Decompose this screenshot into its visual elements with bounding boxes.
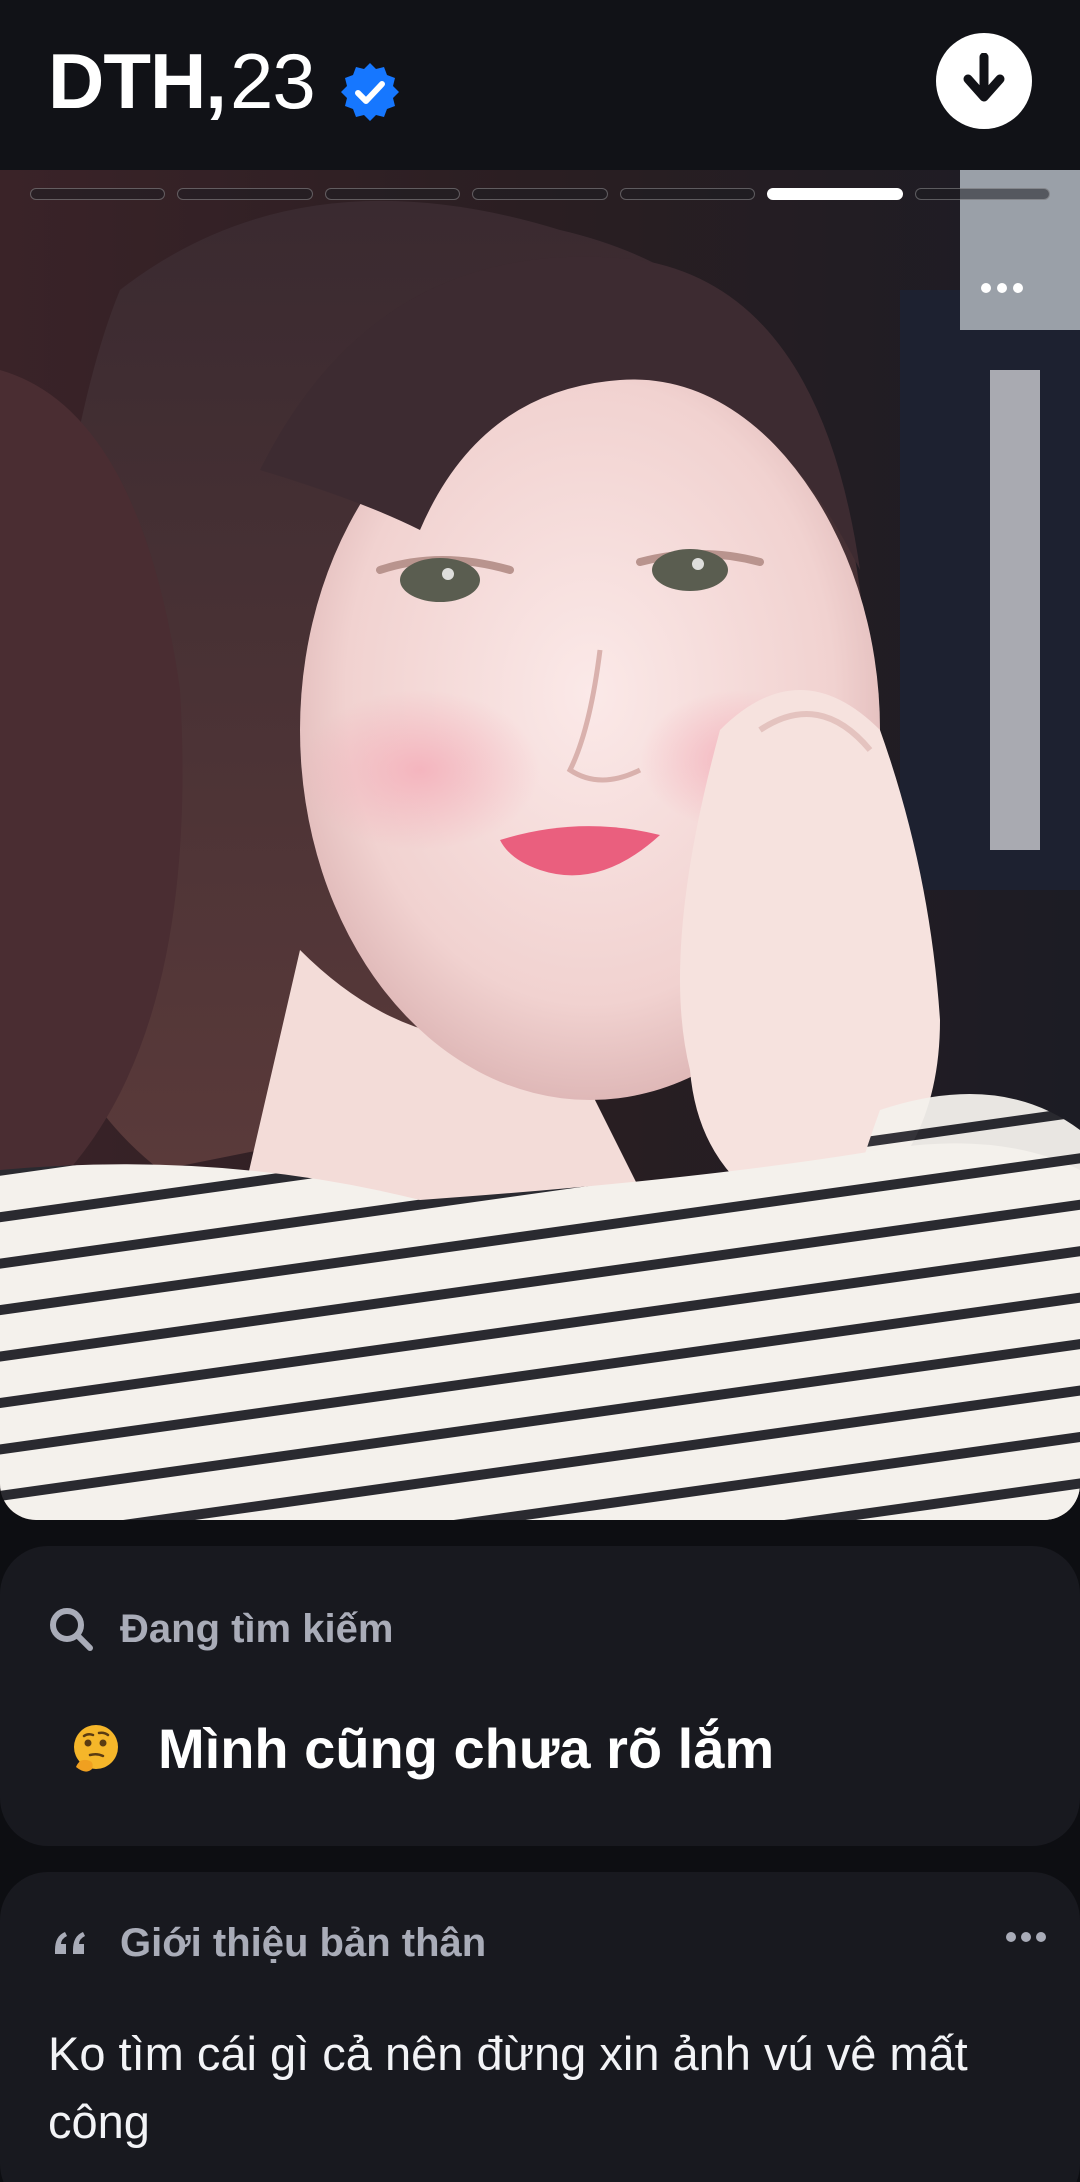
- looking-for-card: Đang tìm kiếm Mình cũng chưa rõ lắm: [0, 1546, 1080, 1846]
- bio-more-options-button[interactable]: [1000, 1924, 1052, 1954]
- photo-progress-indicator: [30, 188, 1050, 202]
- photo-progress-segment[interactable]: [177, 188, 313, 200]
- looking-for-label: Đang tìm kiếm: [120, 1606, 394, 1651]
- photo-progress-segment-active[interactable]: [767, 188, 903, 200]
- looking-for-value: Mình cũng chưa rõ lắm: [70, 1716, 774, 1781]
- profile-screen: DTH, 23 Đang tìm kiếm Mình cũng chưa rõ …: [0, 0, 1080, 2182]
- photo-progress-segment[interactable]: [472, 188, 608, 200]
- search-icon: [48, 1606, 94, 1652]
- thinking-face-icon: [70, 1723, 122, 1775]
- arrow-down-icon: [960, 52, 1008, 110]
- photo-progress-segment[interactable]: [30, 188, 166, 200]
- bio-card: Giới thiệu bản thân Ko tìm cái gì cả nên…: [0, 1872, 1080, 2182]
- photo-progress-segment[interactable]: [619, 188, 756, 200]
- collapse-profile-button[interactable]: [936, 33, 1032, 129]
- photo-more-options-button[interactable]: [972, 270, 1032, 310]
- profile-photo-image: [0, 170, 1080, 1520]
- photo-progress-segment[interactable]: [914, 188, 1050, 200]
- profile-title: DTH, 23: [48, 36, 401, 127]
- profile-age: 23: [229, 37, 316, 125]
- photo-progress-segment[interactable]: [324, 188, 461, 200]
- ellipsis-icon: [980, 281, 1024, 299]
- bio-header: Giới thiệu bản thân: [48, 1920, 486, 1966]
- profile-photo[interactable]: [0, 170, 1080, 1520]
- ellipsis-icon: [1005, 1930, 1047, 1948]
- bio-text: Ko tìm cái gì cả nên đừng xin ảnh vú vê …: [48, 2027, 968, 2148]
- verified-badge-icon: [339, 51, 401, 121]
- bio-label: Giới thiệu bản thân: [120, 1920, 487, 1965]
- profile-name: DTH,: [48, 37, 227, 125]
- quote-icon: [48, 1920, 94, 1966]
- looking-for-text: Mình cũng chưa rõ lắm: [158, 1717, 775, 1780]
- looking-for-header: Đang tìm kiếm: [48, 1606, 393, 1652]
- profile-header: DTH, 23: [0, 0, 1080, 170]
